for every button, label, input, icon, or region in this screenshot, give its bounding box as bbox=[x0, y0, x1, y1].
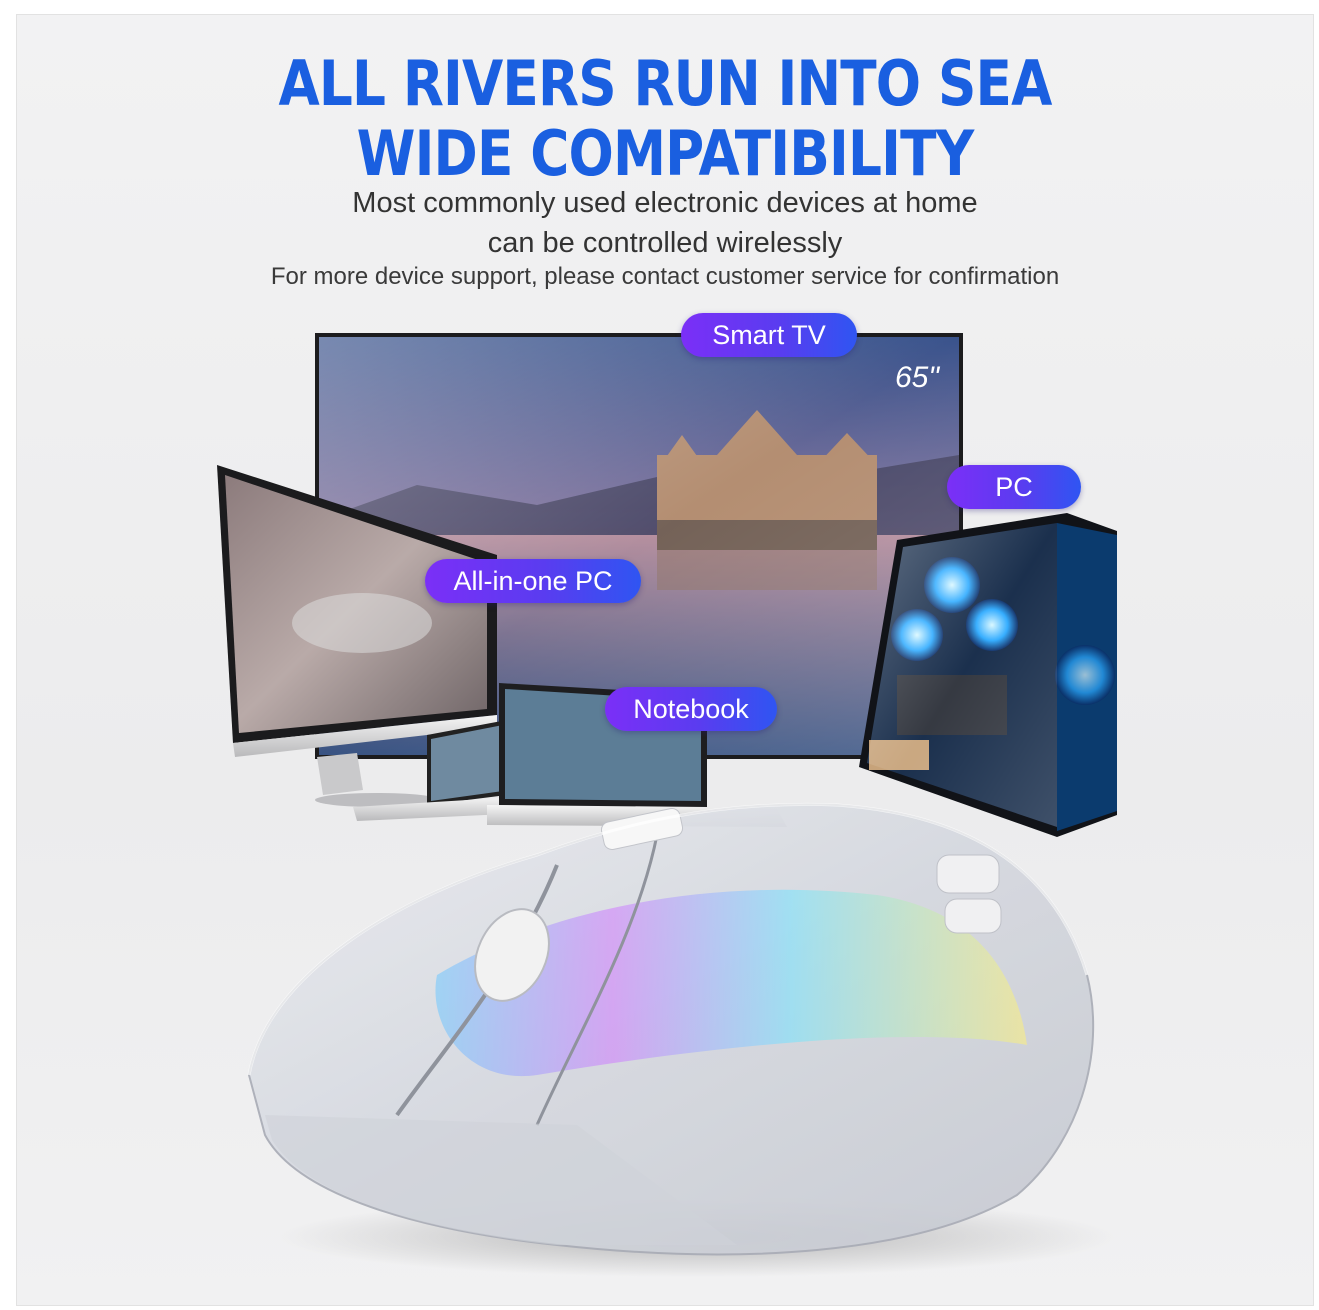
all-in-one-pc-label: All-in-one PC bbox=[425, 559, 641, 603]
tv-size-label: 65" bbox=[895, 361, 940, 394]
smart-tv-label: Smart TV bbox=[681, 313, 857, 357]
pc-label: PC bbox=[947, 465, 1081, 509]
notebook-label: Notebook bbox=[605, 687, 777, 731]
product-banner: ALL RIVERS RUN INTO SEA WIDE COMPATIBILI… bbox=[16, 14, 1314, 1306]
transparent-mouse bbox=[247, 802, 1117, 1277]
gaming-pc-tower bbox=[859, 513, 1117, 837]
device-illustration: 65" bbox=[217, 333, 1117, 1277]
